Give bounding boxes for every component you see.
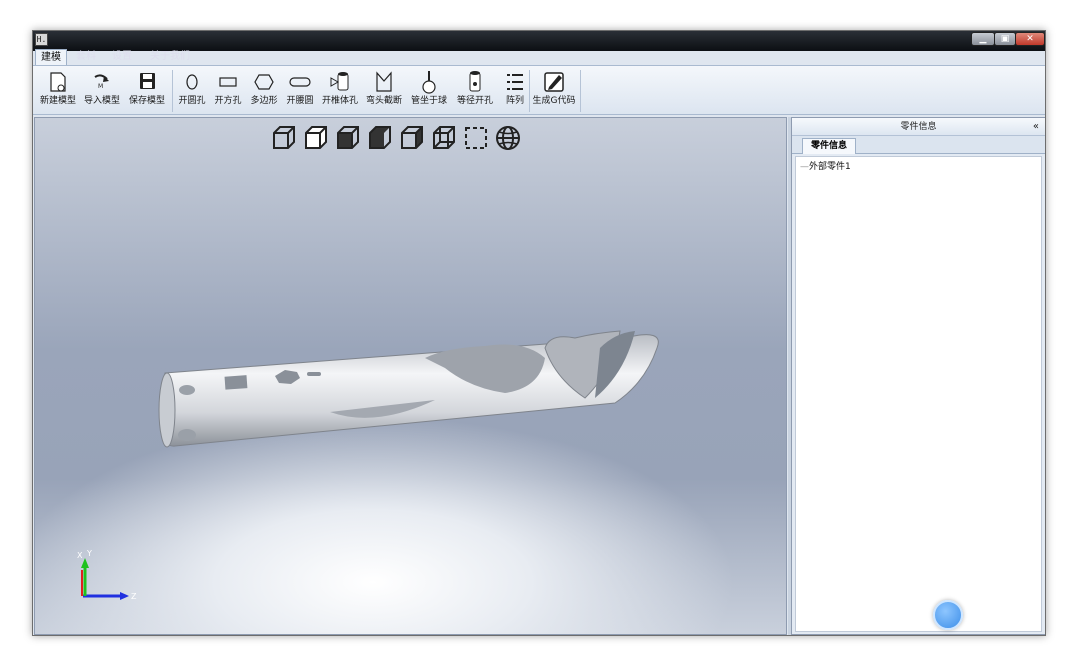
maximize-button[interactable]: ▣ (994, 32, 1016, 46)
axis-label-x: X (77, 551, 83, 560)
elbow-cut-button[interactable]: 弯头截断 (363, 69, 405, 113)
tree-item[interactable]: —外部零件1 (800, 159, 851, 172)
cone-hole-icon (330, 72, 349, 91)
slot-label: 开腰圆 (286, 96, 314, 106)
tab-modeling[interactable]: 建模 (35, 49, 67, 65)
minimize-button[interactable]: ▁ (971, 32, 995, 46)
axis-indicator: X Y Z (77, 549, 137, 601)
import-model-label: 导入模型 (83, 96, 120, 106)
equal-diameter-hole-label: 等径开孔 (456, 96, 493, 106)
app-window: H. ▁ ▣ ✕ 建模 套料 设置 关于我们 新建模型 M 导入模型 保存模型 … (32, 30, 1046, 636)
panel-header: 零件信息 « (792, 118, 1045, 136)
title-bar: H. ▁ ▣ ✕ (33, 31, 1045, 51)
tab-part-info[interactable]: 零件信息 (802, 138, 857, 154)
elbow-cut-label: 弯头截断 (365, 96, 402, 106)
generate-gcode-button[interactable]: 生成G代码 (531, 69, 577, 113)
new-model-icon (50, 72, 66, 92)
save-icon (140, 73, 155, 89)
square-hole-button[interactable]: 开方孔 (211, 69, 245, 113)
save-model-button[interactable]: 保存模型 (126, 69, 168, 113)
ribbon-separator-2 (529, 70, 530, 112)
elbow-cut-icon (376, 71, 392, 92)
new-model-label: 新建模型 (39, 96, 76, 106)
right-view-icon[interactable] (398, 124, 426, 152)
tab-nesting[interactable]: 套料 (71, 49, 101, 65)
sphere-view-icon[interactable] (494, 124, 522, 152)
polygon-label: 多边形 (250, 96, 278, 106)
close-button[interactable]: ✕ (1015, 32, 1045, 46)
collapse-icon[interactable]: « (1033, 118, 1039, 136)
left-view-icon[interactable] (334, 124, 362, 152)
tab-about[interactable]: 关于我们 (145, 49, 195, 65)
equal-diameter-hole-button[interactable]: 等径开孔 (453, 69, 497, 113)
square-hole-icon (219, 77, 237, 87)
circle-hole (179, 385, 195, 395)
new-model-button[interactable]: 新建模型 (37, 69, 79, 113)
array-button[interactable]: 阵列 (499, 69, 531, 113)
pipe-model[interactable] (145, 328, 665, 468)
app-icon: H. (35, 33, 48, 46)
tab-settings[interactable]: 设置 (107, 49, 137, 65)
array-label: 阵列 (505, 96, 524, 106)
cone-hole-button[interactable]: 开椎体孔 (319, 69, 361, 113)
floating-action-button[interactable] (933, 600, 963, 630)
3d-viewport[interactable]: X Y Z (34, 117, 787, 635)
generate-gcode-label: 生成G代码 (532, 96, 576, 106)
slot-icon (289, 77, 311, 87)
panel-title: 零件信息 (900, 122, 937, 132)
iso-view-icon[interactable] (270, 124, 298, 152)
slot-hole (307, 372, 321, 376)
square-hole (224, 375, 248, 390)
svg-text:M: M (98, 83, 103, 90)
array-icon (507, 74, 523, 90)
ribbon-tabs: 建模 套料 设置 关于我们 (33, 49, 1045, 65)
circle-hole-icon (186, 74, 198, 90)
import-model-button[interactable]: M 导入模型 (81, 69, 123, 113)
panel-tabs: 零件信息 (792, 136, 1045, 154)
polygon-button[interactable]: 多边形 (247, 69, 281, 113)
axis-label-z: Z (131, 592, 137, 601)
circle-hole-label: 开圆孔 (178, 96, 206, 106)
ribbon-separator (172, 70, 173, 112)
circle-hole (178, 429, 196, 441)
pipe-on-ball-label: 管坐于球 (410, 96, 447, 106)
generate-gcode-icon (544, 72, 564, 92)
circle-hole-button[interactable]: 开圆孔 (175, 69, 209, 113)
ribbon-separator-3 (580, 70, 581, 112)
tree-item-label: 外部零件1 (809, 162, 851, 172)
cone-hole-label: 开椎体孔 (321, 96, 358, 106)
axis-label-y: Y (86, 549, 92, 558)
back-view-icon[interactable] (430, 124, 458, 152)
save-model-label: 保存模型 (128, 96, 165, 106)
wireframe-view-icon[interactable] (462, 124, 490, 152)
part-tree: —外部零件1 (795, 156, 1042, 632)
square-hole-label: 开方孔 (214, 96, 242, 106)
part-info-panel: 零件信息 « 零件信息 —外部零件1 (791, 117, 1045, 635)
top-view-icon[interactable] (366, 124, 394, 152)
equal-diameter-hole-icon (469, 71, 481, 92)
pipe-on-ball-icon (422, 71, 436, 94)
import-model-icon: M (94, 74, 109, 90)
slot-button[interactable]: 开腰圆 (283, 69, 317, 113)
front-view-icon[interactable] (302, 124, 330, 152)
pipe-on-ball-button[interactable]: 管坐于球 (407, 69, 451, 113)
polygon-icon (254, 74, 274, 90)
ribbon-toolbar: 新建模型 M 导入模型 保存模型 开圆孔 开方孔 多边形 开腰圆 开椎体孔 弯头… (33, 65, 1045, 115)
